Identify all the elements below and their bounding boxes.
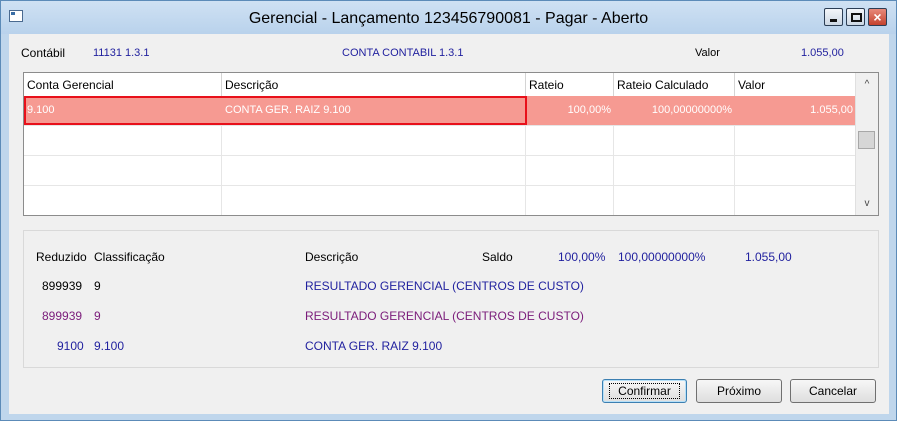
maximize-button[interactable] <box>846 8 865 26</box>
cancelar-button[interactable]: Cancelar <box>790 379 876 403</box>
cell-valor[interactable]: 1.055,00 <box>735 96 856 125</box>
proximo-button[interactable]: Próximo <box>696 379 782 403</box>
empty-cell <box>614 126 735 155</box>
empty-cell <box>526 156 614 185</box>
close-button[interactable]: × <box>868 8 887 26</box>
empty-cell <box>526 186 614 215</box>
empty-cell <box>735 126 856 155</box>
descricao-header: Descrição <box>305 250 359 264</box>
conta-contabil-description: CONTA CONTABIL 1.3.1 <box>342 47 464 59</box>
row-descricao: RESULTADO GERENCIAL (CENTROS DE CUSTO) <box>305 279 584 293</box>
scroll-up-icon[interactable]: ^ <box>858 76 876 93</box>
valor-value: 1.055,00 <box>801 47 844 59</box>
saldo-header: Saldo <box>482 250 513 264</box>
contabil-label: Contábil <box>21 46 66 60</box>
col-header-descricao[interactable]: Descrição <box>222 73 526 96</box>
row-classificacao: 9 <box>94 279 101 293</box>
row-descricao: CONTA GER. RAIZ 9.100 <box>305 339 443 353</box>
row-descricao: RESULTADO GERENCIAL (CENTROS DE CUSTO) <box>305 309 584 323</box>
contabil-value: 11131 1.3.1 <box>93 47 150 59</box>
empty-cell <box>222 126 526 155</box>
row-classificacao: 9.100 <box>94 339 125 353</box>
window-title: Gerencial - Lançamento 123456790081 - Pa… <box>248 10 649 27</box>
col-header-rateio[interactable]: Rateio <box>526 73 614 96</box>
table-row-empty[interactable] <box>24 186 856 215</box>
cell-rateio-calculado[interactable]: 100,00000000% <box>614 96 735 125</box>
classificacao-header: Classificação <box>94 250 165 264</box>
empty-cell <box>614 186 735 215</box>
dialog-window: Gerencial - Lançamento 123456790081 - Pa… <box>0 0 897 421</box>
total-rateio: 100,00% <box>558 250 606 264</box>
total-valor: 1.055,00 <box>745 250 792 264</box>
total-rateio-calculado: 100,00000000% <box>618 250 706 264</box>
scrollbar-thumb[interactable] <box>858 131 875 149</box>
grid-header: Conta Gerencial Descrição Rateio Rateio … <box>24 73 856 97</box>
table-row[interactable]: 9.100 CONTA GER. RAIZ 9.100 100,00% 100,… <box>24 96 856 126</box>
row-classificacao: 9 <box>94 309 101 323</box>
empty-cell <box>222 156 526 185</box>
table-row-empty[interactable] <box>24 156 856 186</box>
title-bar[interactable]: Gerencial - Lançamento 123456790081 - Pa… <box>1 1 896 34</box>
conta-gerencial-grid[interactable]: Conta Gerencial Descrição Rateio Rateio … <box>23 72 879 216</box>
row-reduzido: 899939 <box>42 279 83 293</box>
close-icon: × <box>873 9 882 25</box>
cell-conta-gerencial[interactable]: 9.100 <box>24 96 222 125</box>
dialog-client: Contábil 11131 1.3.1 CONTA CONTABIL 1.3.… <box>9 34 889 414</box>
empty-cell <box>222 186 526 215</box>
confirmar-label: Confirmar <box>609 383 680 399</box>
empty-cell <box>24 186 222 215</box>
scroll-down-icon[interactable]: v <box>858 195 876 212</box>
col-header-rateio-calculado[interactable]: Rateio Calculado <box>614 73 735 96</box>
reduzido-header: Reduzido <box>36 250 87 264</box>
valor-label: Valor <box>695 47 720 59</box>
col-header-valor[interactable]: Valor <box>735 73 856 96</box>
cell-rateio[interactable]: 100,00% <box>526 96 614 125</box>
empty-cell <box>526 126 614 155</box>
confirmar-button[interactable]: Confirmar <box>602 379 687 403</box>
row-reduzido: 899939 <box>42 309 83 323</box>
empty-cell <box>24 126 222 155</box>
empty-cell <box>735 186 856 215</box>
grid-vertical-scrollbar[interactable]: ^ v <box>855 73 878 215</box>
cell-descricao[interactable]: CONTA GER. RAIZ 9.100 <box>222 96 526 125</box>
col-header-conta-gerencial[interactable]: Conta Gerencial <box>24 73 222 96</box>
empty-cell <box>614 156 735 185</box>
empty-cell <box>24 156 222 185</box>
table-row-empty[interactable] <box>24 126 856 156</box>
account-details-panel: Reduzido Classificação Descrição Saldo 1… <box>23 230 879 368</box>
minimize-button[interactable] <box>824 8 843 26</box>
row-reduzido: 9100 <box>57 339 84 353</box>
empty-cell <box>735 156 856 185</box>
